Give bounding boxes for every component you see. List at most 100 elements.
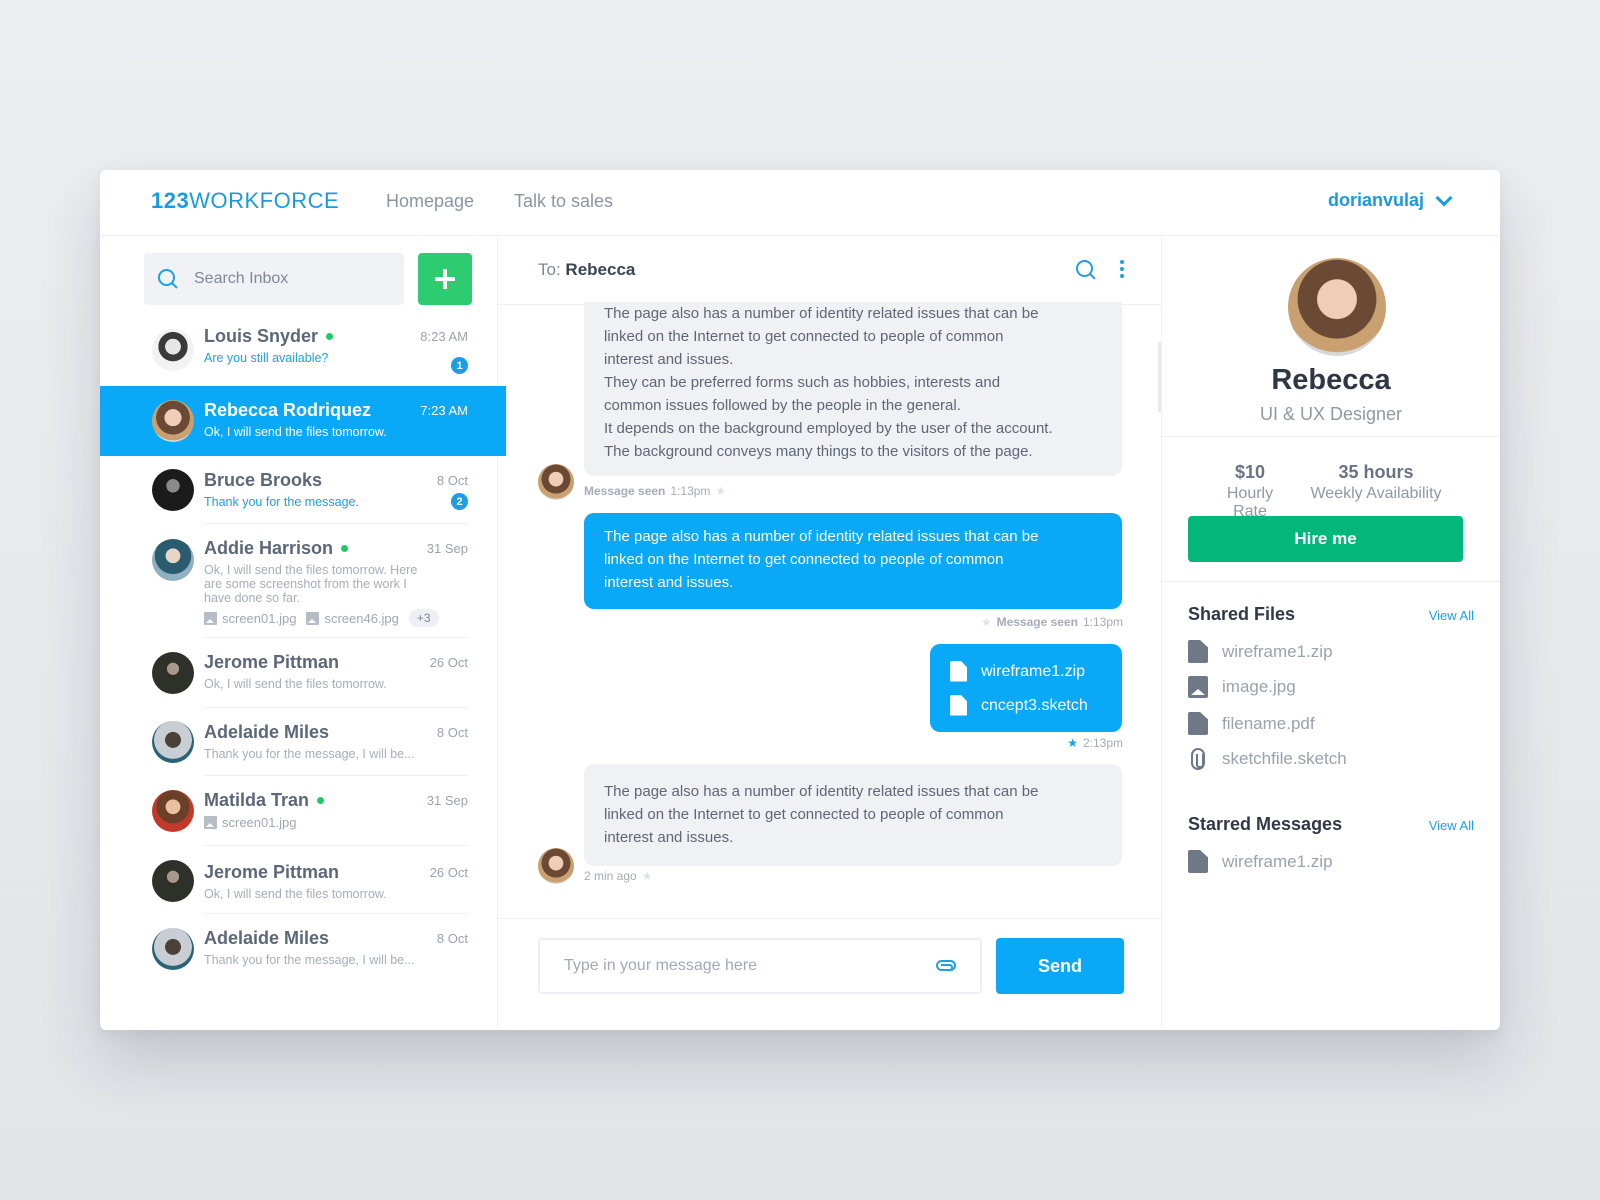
profile-panel: Rebecca UI & UX Designer $10 Hourly Rate…: [1162, 236, 1500, 1030]
search-icon: [158, 269, 178, 289]
message-input[interactable]: [564, 957, 904, 975]
attachment-name: screen01.jpg: [222, 610, 297, 626]
conversation-time: 8 Oct: [436, 931, 468, 946]
message-line: linked on the Internet to get connected …: [604, 328, 1004, 345]
message-meta: Message seen 1:13pm ★: [584, 484, 726, 498]
message-outgoing: The page also has a number of identity r…: [584, 513, 1122, 609]
message-incoming: The page also has a number of identity r…: [584, 764, 1122, 866]
file-attachment[interactable]: cncept3.sketch: [950, 688, 1102, 722]
conversation-preview: Thank you for the message, I will be...: [204, 953, 415, 967]
search-icon[interactable]: [1076, 260, 1096, 280]
send-button[interactable]: Send: [996, 938, 1124, 994]
message-line: linked on the Internet to get connected …: [604, 551, 1004, 568]
user-menu[interactable]: dorianvulaj: [1328, 189, 1453, 211]
starred-file-item[interactable]: wireframe1.zip: [1188, 850, 1333, 873]
logo[interactable]: 123WORKFORCE: [151, 188, 339, 214]
conversation-item[interactable]: Jerome Pittman 26 Oct Ok, I will send the…: [100, 638, 506, 708]
image-icon: [204, 611, 217, 625]
conversation-time: 7:23 AM: [420, 403, 468, 418]
file-icon: [1188, 640, 1208, 663]
shared-file-item[interactable]: image.jpg: [1188, 676, 1296, 698]
nav-talk-to-sales[interactable]: Talk to sales: [514, 191, 613, 212]
unread-badge: 1: [451, 357, 468, 374]
file-name: wireframe1.zip: [1222, 641, 1333, 661]
conversation-preview: Thank you for the message, I will be...: [204, 747, 415, 761]
star-icon[interactable]: ★: [1067, 736, 1078, 750]
conversation-name-row: Rebecca Rodriquez: [204, 400, 371, 421]
profile-name: Rebecca: [1271, 364, 1391, 396]
hire-me-button[interactable]: Hire me: [1188, 516, 1463, 562]
logo-bold: 123: [151, 188, 190, 213]
recipient: To: Rebecca: [538, 260, 635, 280]
plus-icon: [435, 269, 455, 289]
image-icon: [306, 611, 320, 625]
message-line: linked on the Internet to get connected …: [604, 806, 1004, 823]
more-attachments-pill[interactable]: +3: [408, 609, 439, 627]
conversation-item-active[interactable]: Rebecca Rodriquez 7:23 AM Ok, I will send…: [100, 386, 506, 456]
message-time: 1:13pm: [670, 484, 711, 498]
conversation-item[interactable]: Addie Harrison 31 Sep Ok, I will send the…: [100, 524, 506, 638]
conversation-preview: Thank you for the message.: [204, 495, 359, 509]
hourly-rate-stat: $10 Hourly Rate: [1208, 462, 1292, 521]
more-options-icon[interactable]: [1120, 260, 1124, 278]
message-line: They can be preferred forms such as hobb…: [604, 374, 1001, 391]
attachment[interactable]: screen46.jpg: [306, 611, 399, 626]
file-name: wireframe1.zip: [981, 662, 1086, 680]
star-icon[interactable]: ★: [715, 484, 726, 498]
scrollbar[interactable]: [1158, 342, 1161, 412]
file-name: filename.pdf: [1222, 713, 1315, 733]
conversation-item[interactable]: Matilda Tran 31 Sep screen01.jpg: [100, 776, 506, 846]
starred-view-all[interactable]: View All: [1429, 818, 1474, 833]
attachment[interactable]: screen01.jpg: [204, 815, 296, 830]
search-box[interactable]: [144, 253, 404, 305]
star-icon[interactable]: ★: [981, 615, 992, 629]
message-composer: [538, 938, 982, 994]
contact-name: Bruce Brooks: [204, 470, 323, 490]
contact-name: Louis Snyder: [204, 326, 319, 346]
avatar: [152, 790, 194, 832]
shared-file-item[interactable]: wireframe1.zip: [1188, 640, 1333, 663]
attachment-list: screen01.jpg: [204, 815, 468, 830]
star-icon[interactable]: ★: [642, 869, 653, 883]
conversation-item[interactable]: Bruce Brooks 8 Oct Thank you for the mess…: [100, 456, 506, 524]
contact-name: Addie Harrison: [204, 538, 334, 558]
conversation-item[interactable]: Jerome Pittman 26 Oct Ok, I will send the…: [100, 846, 506, 914]
conversation-preview: Are you still available?: [204, 351, 329, 365]
avatar: [152, 400, 194, 442]
conversation-item[interactable]: Louis Snyder 8:23 AM Are you still availa…: [100, 318, 506, 386]
availability-label: Weekly Availability: [1310, 485, 1442, 502]
message-line: The page also has a number of identity r…: [604, 528, 1039, 545]
shared-files-view-all[interactable]: View All: [1429, 608, 1474, 623]
conversation-time: 31 Sep: [426, 793, 468, 808]
message-outgoing-files: wireframe1.zip cncept3.sketch: [930, 644, 1122, 732]
conversation-name-row: Jerome Pittman: [204, 652, 339, 673]
image-icon: [204, 816, 217, 829]
file-name: image.jpg: [1222, 677, 1296, 696]
file-name: wireframe1.zip: [1222, 851, 1333, 871]
new-message-button[interactable]: [418, 253, 472, 305]
conversation-item[interactable]: Adelaide Miles 8 Oct Thank you for the me…: [100, 914, 506, 984]
conversation-time: 31 Sep: [426, 541, 468, 556]
online-indicator: [317, 797, 325, 804]
message-line: The page also has a number of identity r…: [604, 305, 1039, 322]
file-attachment[interactable]: wireframe1.zip: [950, 654, 1102, 688]
conversation-name-row: Adelaide Miles: [204, 722, 329, 743]
contact-name: Rebecca Rodriquez: [204, 400, 372, 420]
conversation-item[interactable]: Adelaide Miles 8 Oct Thank you for the me…: [100, 708, 506, 776]
shared-file-item[interactable]: sketchfile.sketch: [1188, 748, 1347, 770]
contact-name: Adelaide Miles: [204, 928, 330, 948]
avatar: [152, 928, 194, 970]
attach-icon[interactable]: [936, 960, 956, 971]
message-time: 2 min ago: [584, 869, 637, 883]
message-line: It depends on the background employed by…: [604, 420, 1053, 437]
shared-file-item[interactable]: filename.pdf: [1188, 712, 1315, 735]
conversation-name-row: Addie Harrison: [204, 538, 349, 559]
conversation-preview: Ok, I will send the files tomorrow.: [204, 677, 387, 691]
starred-messages-title: Starred Messages: [1188, 814, 1343, 834]
attachment[interactable]: screen01.jpg: [204, 611, 296, 626]
message-time: 2:13pm: [1082, 736, 1123, 750]
search-input[interactable]: [194, 270, 374, 288]
file-icon: [950, 694, 967, 716]
contact-name: Matilda Tran: [204, 790, 310, 810]
nav-homepage[interactable]: Homepage: [386, 191, 474, 212]
